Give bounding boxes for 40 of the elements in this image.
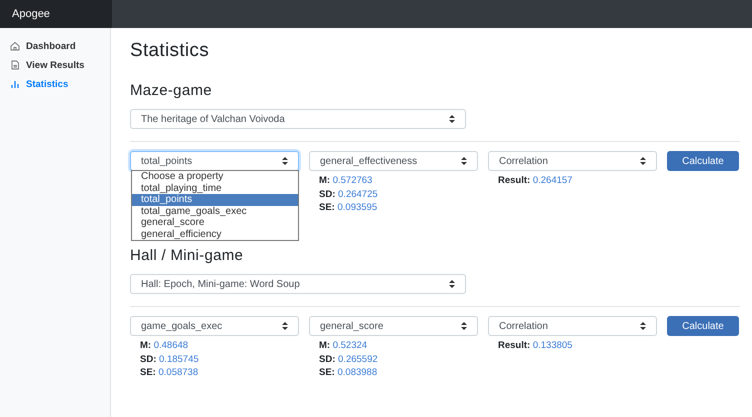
brand-name: Apogee	[0, 0, 112, 28]
property-select[interactable]: general_score	[309, 316, 478, 336]
section-title: Maze-game	[130, 82, 213, 99]
sort-icon	[640, 157, 646, 165]
sort-icon	[461, 322, 467, 330]
stat-value: M: 0.572763	[319, 174, 374, 188]
stat-value: M: 0.48648	[140, 339, 190, 352]
property-select[interactable]: total_points	[130, 151, 299, 171]
calculate-button[interactable]: Calculate	[667, 151, 739, 171]
result-value: Result: 0.133805	[498, 339, 574, 352]
calculate-button[interactable]: Calculate	[667, 316, 739, 336]
method-select[interactable]: Correlation	[488, 316, 657, 336]
section-title: Hall / Mini-game	[130, 247, 244, 264]
stat-value: SE: 0.093595	[319, 201, 378, 214]
sort-icon	[449, 115, 455, 123]
sort-icon	[640, 322, 646, 330]
stat-value: SE: 0.058738	[140, 366, 200, 380]
sort-icon	[461, 157, 467, 165]
file-icon	[10, 60, 20, 70]
page-title: Statistics	[130, 40, 210, 62]
stat-value: SE: 0.083988	[319, 366, 378, 380]
sidebar-item[interactable]: View Results	[10, 57, 110, 73]
sort-icon	[282, 322, 288, 330]
stat-value: SD: 0.265592	[319, 352, 379, 366]
stat-value: M: 0.52324	[319, 339, 368, 352]
stat-value: SD: 0.185745	[140, 352, 200, 366]
home-icon	[10, 41, 20, 51]
method-select[interactable]: Correlation	[488, 151, 657, 171]
property-select[interactable]: game_goals_exec	[130, 316, 299, 336]
select-field[interactable]: The heritage of Valchan Voivoda	[130, 109, 466, 129]
stat-value: SD: 0.264725	[319, 188, 379, 201]
result-value: Result: 0.264157	[498, 174, 574, 188]
sort-icon	[449, 280, 455, 288]
sidebar-item[interactable]: Statistics	[10, 76, 110, 92]
property-select[interactable]: general_effectiveness	[309, 151, 478, 171]
dropdown-option[interactable]: total_points	[132, 194, 298, 206]
sort-icon	[282, 157, 288, 165]
bar-chart-icon	[10, 79, 20, 89]
select-field[interactable]: Hall: Epoch, Mini-game: Word Soup	[130, 274, 466, 294]
sidebar-item[interactable]: Dashboard	[10, 38, 110, 54]
